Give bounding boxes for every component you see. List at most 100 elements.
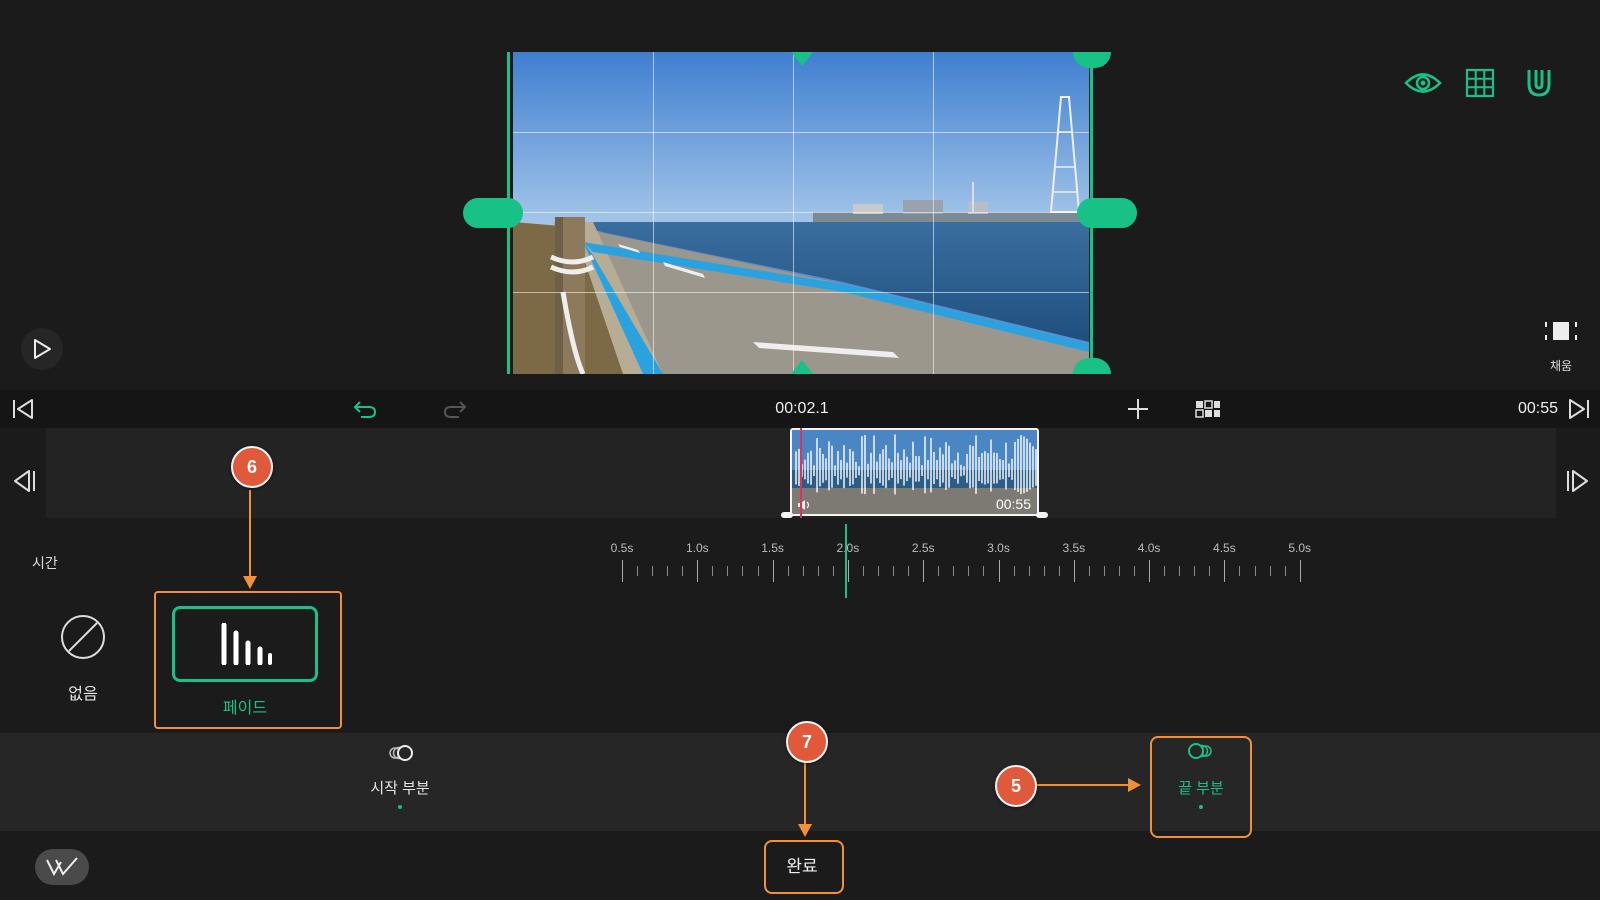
highlight-fade <box>154 591 342 729</box>
ruler-label: 1.5s <box>761 541 784 555</box>
ruler-minor-tick <box>953 566 955 576</box>
ruler-minor-tick <box>652 566 654 576</box>
ruler-minor-tick <box>637 566 639 576</box>
ruler-major-tick <box>1149 560 1151 582</box>
clip-duration: 00:55 <box>995 496 1031 512</box>
highlight-end-tab <box>1150 736 1252 838</box>
video-clip[interactable]: 00:55 <box>790 428 1039 516</box>
prev-frame-icon[interactable] <box>10 466 38 496</box>
ruler-minor-tick <box>1209 566 1211 576</box>
ruler-label: 1.0s <box>685 541 709 555</box>
ruler-minor-tick <box>1043 566 1045 576</box>
ruler-minor-tick <box>938 566 940 576</box>
transition-none-option[interactable]: 없음 <box>50 608 116 718</box>
layout-icon[interactable] <box>1193 395 1223 423</box>
ruler-major-tick <box>1224 560 1226 582</box>
playhead[interactable] <box>800 428 802 518</box>
preview-stage: 채움 <box>0 0 1600 390</box>
ruler-label: 5.0s <box>1288 541 1312 555</box>
ruler-major-tick <box>1073 560 1075 582</box>
ruler-major-tick <box>772 560 774 582</box>
ruler-minor-tick <box>727 566 729 576</box>
ruler-minor-tick <box>968 566 970 576</box>
callout-6: 6 <box>231 446 273 488</box>
ruler-minor-tick <box>1028 566 1030 576</box>
callout-5: 5 <box>995 765 1037 807</box>
ruler-minor-tick <box>817 566 819 576</box>
ruler-minor-tick <box>832 566 834 576</box>
crop-handle-right[interactable] <box>1077 198 1137 228</box>
ruler-major-tick <box>847 560 849 582</box>
tab-start[interactable]: 시작 부분 <box>350 733 450 831</box>
ruler-minor-tick <box>1088 566 1090 576</box>
ruler-major-tick <box>998 560 1000 582</box>
ruler-minor-tick <box>1194 566 1196 576</box>
ruler-major-tick <box>622 560 623 582</box>
none-icon <box>60 614 106 660</box>
play-icon[interactable] <box>21 328 63 370</box>
current-time: 00:02.1 <box>775 400 829 417</box>
ruler-label: 0.5s <box>610 541 634 555</box>
ruler-minor-tick <box>1058 566 1060 576</box>
skip-start-icon[interactable] <box>8 395 38 423</box>
ruler-major-tick <box>1299 560 1301 582</box>
callout-7: 7 <box>786 721 828 763</box>
eye-icon[interactable] <box>1403 66 1443 100</box>
start-indicator-dot <box>398 805 402 809</box>
redo-icon[interactable] <box>440 395 470 423</box>
ruler-label: 4.0s <box>1137 541 1161 555</box>
app-logo-icon[interactable] <box>35 849 89 885</box>
ruler-minor-tick <box>1118 566 1120 576</box>
ruler-major-tick <box>923 560 925 582</box>
start-label: 시작 부분 <box>370 780 430 797</box>
ruler-minor-tick <box>682 566 684 576</box>
timeline-toolbar: 00:02.1 00:55 <box>0 390 1600 428</box>
ruler-minor-tick <box>1164 566 1166 576</box>
plus-icon[interactable] <box>1123 395 1153 423</box>
ruler-minor-tick <box>1013 566 1015 576</box>
ruler-label: 2.5s <box>911 541 935 555</box>
crop-handle-left[interactable] <box>463 198 523 228</box>
ruler-label: 4.5s <box>1213 541 1236 555</box>
duration-section-label: 시간 <box>32 555 58 571</box>
fill-icon[interactable] <box>1543 316 1579 346</box>
ruler-minor-tick <box>667 566 669 576</box>
ruler-minor-tick <box>1239 566 1241 576</box>
ruler-major-tick <box>697 560 699 582</box>
duration-ruler[interactable]: 0.5s 1.0s 1.5s 2.0s 2.5s 3.0s 3.5s 4.0s 4.5s 5.0s <box>600 518 1320 598</box>
undo-icon[interactable] <box>350 395 380 423</box>
ruler-minor-tick <box>908 566 910 576</box>
ruler-minor-tick <box>757 566 759 576</box>
speaker-icon <box>796 498 812 512</box>
crop-handle-top[interactable] <box>791 52 813 66</box>
ruler-minor-tick <box>862 566 864 576</box>
skip-end-icon[interactable] <box>1564 395 1594 423</box>
ruler-label: 3.5s <box>1062 541 1086 555</box>
fill-label: 채움 <box>1549 359 1573 373</box>
ruler-minor-tick <box>893 566 895 576</box>
ruler-minor-tick <box>1103 566 1105 576</box>
duration-playhead[interactable] <box>845 524 847 598</box>
ruler-minor-tick <box>1179 566 1181 576</box>
seaside-scene <box>513 52 1089 374</box>
ruler-label: 2.0s <box>836 541 860 555</box>
video-preview[interactable] <box>513 52 1089 374</box>
ruler-minor-tick <box>787 566 789 576</box>
grid-icon[interactable] <box>1463 66 1497 100</box>
ruler-label: 3.0s <box>987 541 1010 555</box>
ruler-minor-tick <box>983 566 985 576</box>
total-time: 00:55 <box>1517 400 1558 417</box>
ruler-minor-tick <box>878 566 880 576</box>
ruler-minor-tick <box>1134 566 1136 576</box>
ruler-minor-tick <box>802 566 804 576</box>
ruler-minor-tick <box>712 566 714 576</box>
none-label: 없음 <box>68 686 98 703</box>
crop-handle-bottom-right[interactable] <box>1073 358 1111 374</box>
highlight-done <box>764 840 844 894</box>
start-transition-icon <box>386 743 416 763</box>
ruler-minor-tick <box>1269 566 1271 576</box>
next-frame-icon[interactable] <box>1564 466 1592 496</box>
ruler-minor-tick <box>742 566 744 576</box>
crop-handle-bottom[interactable] <box>791 360 813 374</box>
magnet-icon[interactable] <box>1522 66 1556 100</box>
